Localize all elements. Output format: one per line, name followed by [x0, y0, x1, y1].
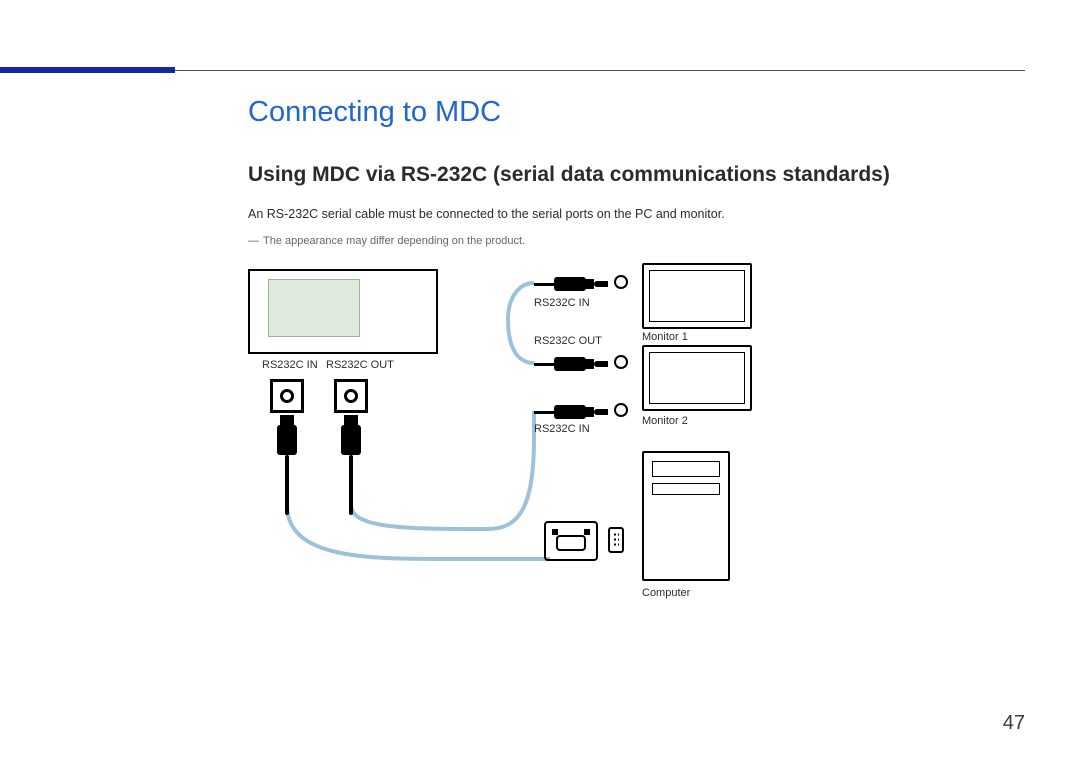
side-label-rs232c-in-2: RS232C IN — [534, 423, 590, 435]
header-rule — [175, 70, 1025, 71]
serial-port-icon — [608, 527, 624, 553]
computer-label: Computer — [642, 587, 690, 599]
side-label-rs232c-in-1: RS232C IN — [534, 297, 590, 309]
dsub-connector-icon — [544, 521, 598, 561]
page-number: 47 — [1003, 712, 1025, 735]
port-rs232c-in — [270, 379, 304, 413]
page-content: Connecting to MDC Using MDC via RS-232C … — [248, 96, 1025, 629]
connection-diagram: RS232C IN RS232C OUT RS232C IN RS232C OU… — [248, 259, 788, 629]
stereo-jack-out-monitor1 — [534, 357, 608, 371]
stereo-jack-vertical-1 — [277, 415, 297, 515]
body-text: An RS-232C serial cable must be connecte… — [248, 207, 1025, 221]
port-rs232c-out — [334, 379, 368, 413]
monitor1-label: Monitor 1 — [642, 331, 688, 343]
monitor-1-icon — [642, 263, 752, 329]
socket-icon-2 — [614, 355, 628, 369]
monitor-2-icon — [642, 345, 752, 411]
panel-ports-area — [268, 279, 360, 337]
stereo-jack-vertical-2 — [341, 415, 361, 515]
page-subtitle: Using MDC via RS-232C (serial data commu… — [248, 163, 1025, 187]
computer-tower-icon — [642, 451, 730, 581]
socket-icon-1 — [614, 275, 628, 289]
stereo-jack-to-monitor1 — [534, 277, 608, 291]
side-label-rs232c-out: RS232C OUT — [534, 335, 602, 347]
stereo-jack-to-monitor2 — [534, 405, 608, 419]
monitor2-label: Monitor 2 — [642, 415, 688, 427]
device-back-panel — [248, 269, 438, 354]
port-label-in: RS232C IN — [262, 359, 318, 371]
appearance-note: The appearance may differ depending on t… — [248, 235, 1025, 247]
socket-icon-3 — [614, 403, 628, 417]
page-title: Connecting to MDC — [248, 96, 1025, 129]
accent-bar — [0, 67, 175, 73]
port-label-out: RS232C OUT — [326, 359, 394, 371]
